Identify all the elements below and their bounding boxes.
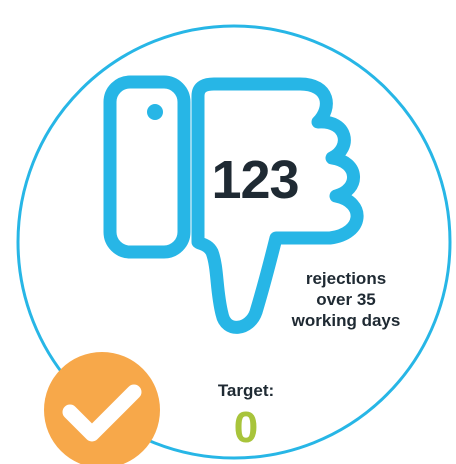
badge-circle (44, 352, 160, 464)
description-line: working days (291, 311, 401, 330)
rejection-description: rejections over 35 working days (272, 268, 420, 331)
rejection-count: 123 (211, 150, 299, 210)
description-line: rejections (305, 269, 387, 288)
target-label: Target: (217, 381, 275, 400)
rejections-infographic: 123 rejections over 35 working days Targ… (0, 0, 456, 464)
description-line: over 35 (316, 290, 376, 309)
target-value: 0 (233, 403, 259, 452)
check-badge (44, 352, 160, 464)
cuff-dot (147, 104, 163, 120)
